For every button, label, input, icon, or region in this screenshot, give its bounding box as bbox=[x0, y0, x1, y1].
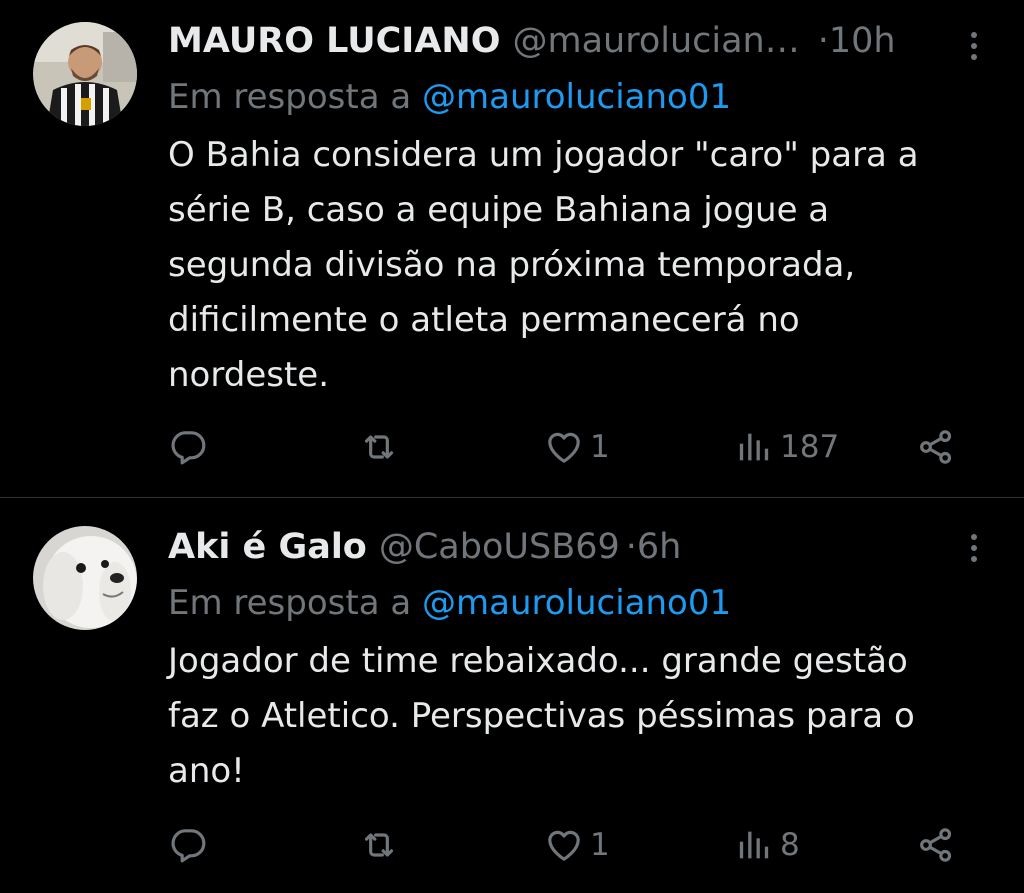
views-button[interactable]: 8 bbox=[734, 820, 800, 870]
tweet-text-line: dificilmente o atleta permanecerá no bbox=[168, 300, 800, 340]
like-count: 1 bbox=[590, 429, 610, 465]
reply-prefix: Em resposta a bbox=[168, 77, 412, 117]
tweet-text-line: segunda divisão na próxima temporada, bbox=[168, 245, 856, 285]
more-options-icon[interactable] bbox=[964, 530, 984, 570]
like-button[interactable]: 1 bbox=[544, 820, 610, 870]
tweet-text-line: faz o Atletico. Perspectivas péssimas pa… bbox=[168, 696, 915, 736]
tweet-text: O Bahia considera um jogador "caro" para… bbox=[168, 128, 984, 403]
reply-icon bbox=[171, 829, 206, 863]
tweet-text-line: série B, caso a equipe Bahiana jogue a bbox=[168, 190, 830, 230]
reply-prefix: Em resposta a bbox=[168, 583, 412, 623]
reply-mention-link[interactable]: @mauroluciano01 bbox=[422, 583, 731, 623]
reply-button[interactable] bbox=[168, 820, 208, 870]
tweet-text-line: ano! bbox=[168, 751, 245, 791]
views-count: 187 bbox=[780, 429, 840, 465]
retweet-icon bbox=[364, 833, 394, 857]
time-text: 6h bbox=[636, 527, 682, 567]
separator-dot: · bbox=[817, 21, 829, 61]
reply-icon bbox=[171, 431, 206, 465]
separator-dot: · bbox=[625, 527, 637, 567]
more-options-icon[interactable] bbox=[964, 28, 984, 68]
tweet-header: MAURO LUCIANO @maurolucian… ·10h bbox=[168, 14, 984, 68]
reply-context: Em resposta a @mauroluciano01 bbox=[168, 578, 984, 628]
views-count: 8 bbox=[780, 827, 800, 863]
user-name[interactable]: MAURO LUCIANO bbox=[168, 14, 500, 68]
reply-button[interactable] bbox=[168, 422, 208, 472]
user-handle[interactable]: @maurolucian… bbox=[512, 14, 799, 68]
reply-mention-link[interactable]: @mauroluciano01 bbox=[422, 77, 731, 117]
user-handle[interactable]: @CaboUSB69 bbox=[379, 520, 620, 574]
like-icon bbox=[548, 830, 580, 861]
like-icon bbox=[548, 432, 580, 463]
share-icon bbox=[920, 828, 952, 862]
share-button[interactable] bbox=[916, 820, 956, 870]
tweet[interactable]: Aki é Galo @CaboUSB69 ·6h Em resposta a … bbox=[0, 498, 1024, 893]
share-button[interactable] bbox=[916, 422, 956, 472]
user-name[interactable]: Aki é Galo bbox=[168, 520, 367, 574]
time-text: 10h bbox=[828, 21, 896, 61]
avatar[interactable] bbox=[33, 22, 137, 126]
reply-context: Em resposta a @mauroluciano01 bbox=[168, 72, 984, 122]
share-icon bbox=[920, 430, 952, 464]
action-bar: 1 8 bbox=[168, 820, 968, 870]
like-button[interactable]: 1 bbox=[544, 422, 610, 472]
retweet-button[interactable] bbox=[358, 422, 400, 472]
tweet[interactable]: MAURO LUCIANO @maurolucian… ·10h Em resp… bbox=[0, 0, 1024, 498]
like-count: 1 bbox=[590, 827, 610, 863]
tweet-text-line: O Bahia considera um jogador "caro" para… bbox=[168, 135, 919, 175]
retweet-button[interactable] bbox=[358, 820, 400, 870]
tweet-text-line: Jogador de time rebaixado... grande gest… bbox=[168, 641, 908, 681]
timestamp[interactable]: ·10h bbox=[818, 14, 896, 68]
tweet-text: Jogador de time rebaixado... grande gest… bbox=[168, 634, 984, 799]
tweet-header: Aki é Galo @CaboUSB69 ·6h bbox=[168, 520, 984, 574]
views-icon bbox=[739, 433, 769, 461]
tweet-text-line: nordeste. bbox=[168, 355, 330, 395]
timestamp[interactable]: ·6h bbox=[626, 520, 682, 574]
retweet-icon bbox=[364, 435, 394, 459]
avatar[interactable] bbox=[33, 526, 137, 630]
views-icon bbox=[739, 831, 769, 859]
action-bar: 1 187 bbox=[168, 422, 968, 472]
views-button[interactable]: 187 bbox=[734, 422, 839, 472]
